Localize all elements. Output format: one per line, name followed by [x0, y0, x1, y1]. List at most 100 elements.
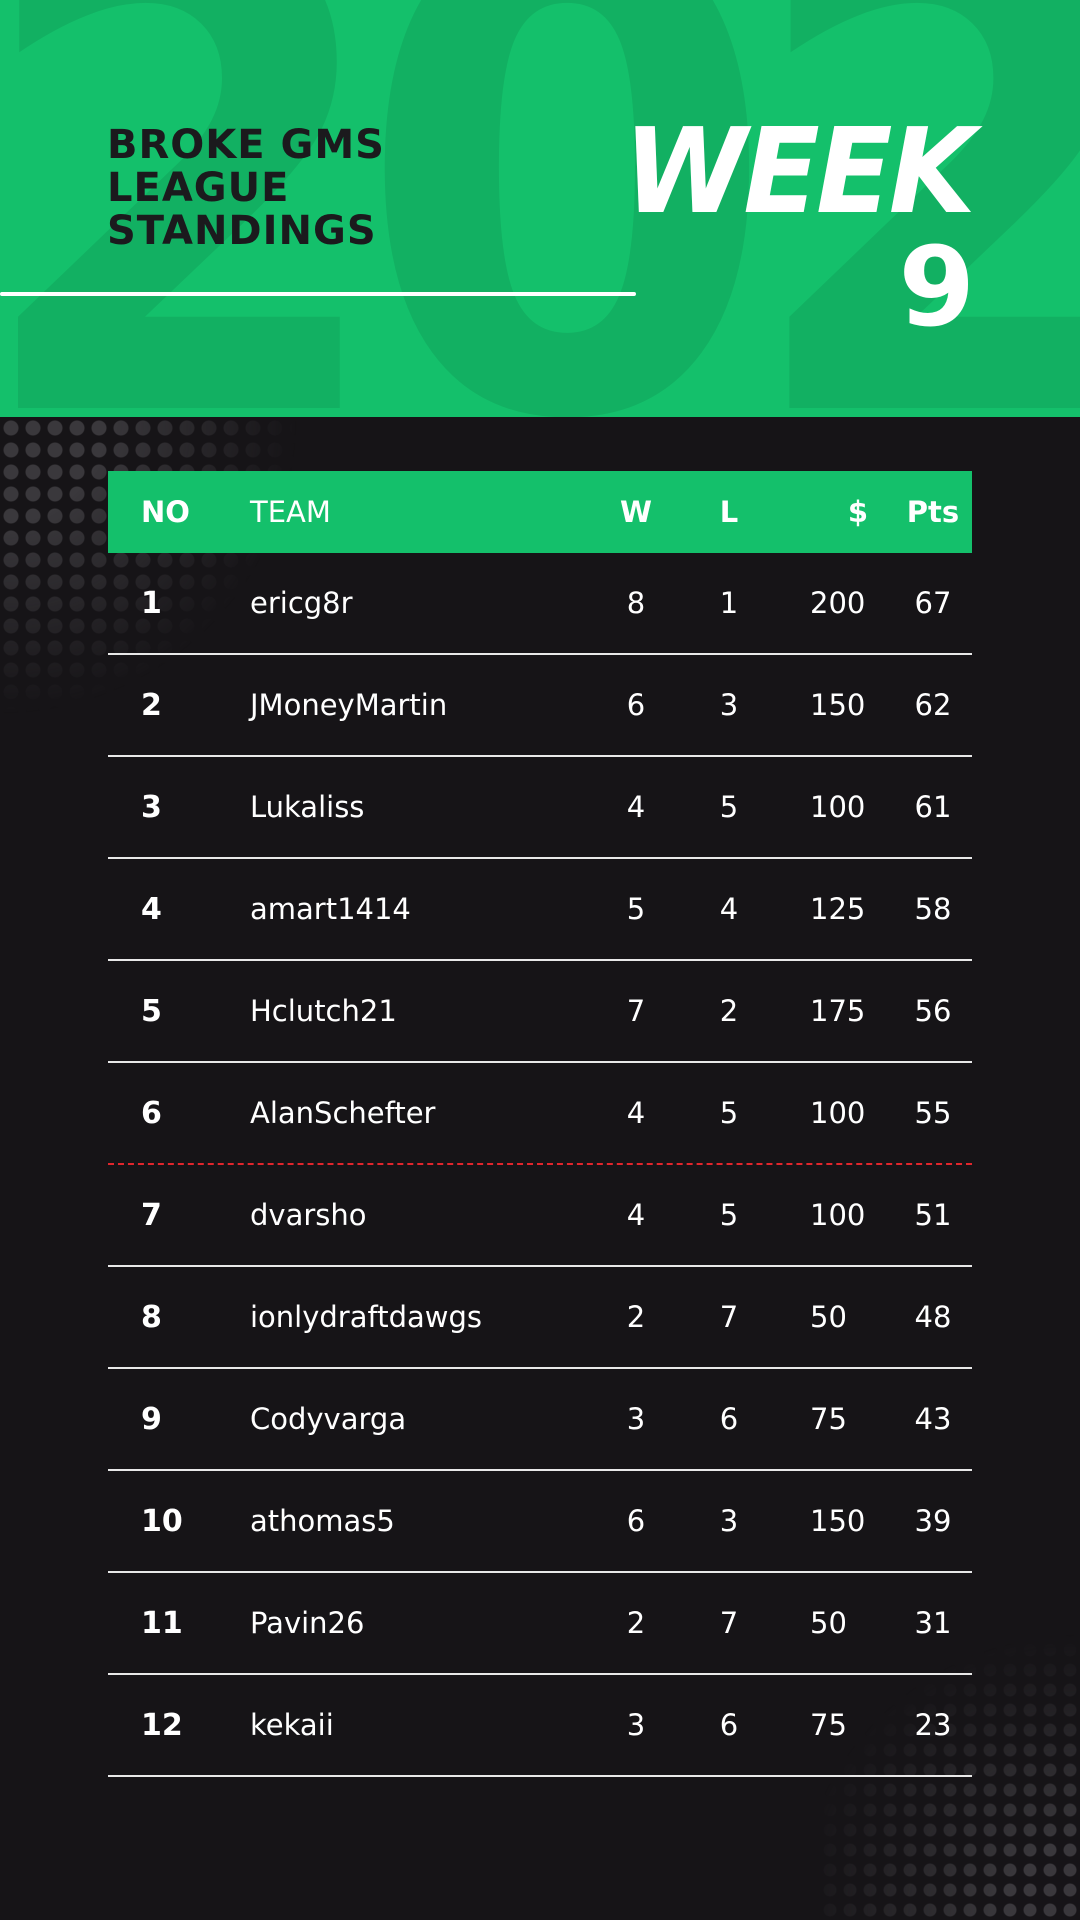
wins-cell: 4 — [626, 1198, 646, 1232]
points-cell: 48 — [914, 1300, 952, 1334]
losses-cell: 4 — [719, 892, 739, 926]
column-header-points: Pts — [906, 495, 960, 529]
wins-cell: 2 — [626, 1606, 646, 1640]
table-row: 2 JMoneyMartin 6 3 150 62 — [108, 655, 972, 757]
standings-table: NO TEAM W L $ Pts 1 ericg8r 8 1 200 67 2 JMoney… — [108, 471, 972, 1777]
title-line: STANDINGS — [107, 208, 377, 254]
money-cell: 125 — [810, 892, 866, 926]
wins-cell: 3 — [626, 1708, 646, 1742]
wins-cell: 4 — [626, 790, 646, 824]
table-row: 3 Lukaliss 4 5 100 61 — [108, 757, 972, 859]
rank-cell: 12 — [141, 1707, 183, 1743]
header-banner: 2024 BROKE GMS LEAGUE STANDINGS WEEK 9 — [0, 0, 1080, 417]
points-cell: 51 — [914, 1198, 952, 1232]
team-name-cell: ionlydraftdawgs — [250, 1300, 482, 1334]
losses-cell: 6 — [719, 1708, 739, 1742]
rank-cell: 5 — [141, 993, 162, 1029]
rank-cell: 11 — [141, 1605, 183, 1641]
money-cell: 175 — [810, 994, 866, 1028]
page-title: BROKE GMS LEAGUE STANDINGS — [107, 124, 385, 253]
table-row: 12 kekaii 3 6 75 23 — [108, 1675, 972, 1777]
points-cell: 39 — [914, 1504, 952, 1538]
points-cell: 61 — [914, 790, 952, 824]
points-cell: 31 — [914, 1606, 952, 1640]
money-cell: 50 — [810, 1606, 847, 1640]
money-cell: 75 — [810, 1708, 847, 1742]
wins-cell: 6 — [626, 1504, 646, 1538]
wins-cell: 6 — [626, 688, 646, 722]
money-cell: 75 — [810, 1402, 847, 1436]
table-row: 8 ionlydraftdawgs 2 7 50 48 — [108, 1267, 972, 1369]
team-name-cell: ericg8r — [250, 586, 353, 620]
points-cell: 67 — [914, 586, 952, 620]
column-header-no: NO — [141, 495, 190, 529]
team-name-cell: amart1414 — [250, 892, 411, 926]
table-row: 1 ericg8r 8 1 200 67 — [108, 553, 972, 655]
losses-cell: 1 — [719, 586, 739, 620]
team-name-cell: Pavin26 — [250, 1606, 365, 1640]
team-name-cell: Hclutch21 — [250, 994, 397, 1028]
money-cell: 100 — [810, 1198, 866, 1232]
losses-cell: 7 — [719, 1300, 739, 1334]
rank-cell: 4 — [141, 891, 162, 927]
money-cell: 100 — [810, 790, 866, 824]
losses-cell: 7 — [719, 1606, 739, 1640]
wins-cell: 7 — [626, 994, 646, 1028]
losses-cell: 5 — [719, 1096, 739, 1130]
rank-cell: 10 — [141, 1503, 183, 1539]
table-row: 11 Pavin26 2 7 50 31 — [108, 1573, 972, 1675]
points-cell: 43 — [914, 1402, 952, 1436]
losses-cell: 3 — [719, 688, 739, 722]
rank-cell: 1 — [141, 585, 162, 621]
money-cell: 150 — [810, 688, 866, 722]
points-cell: 55 — [914, 1096, 952, 1130]
table-row: 10 athomas5 6 3 150 39 — [108, 1471, 972, 1573]
wins-cell: 8 — [626, 586, 646, 620]
title-line: BROKE GMS — [107, 122, 385, 168]
losses-cell: 6 — [719, 1402, 739, 1436]
rank-cell: 8 — [141, 1299, 162, 1335]
rank-cell: 7 — [141, 1197, 162, 1233]
table-row: 5 Hclutch21 7 2 175 56 — [108, 961, 972, 1063]
money-cell: 50 — [810, 1300, 847, 1334]
team-name-cell: AlanSchefter — [250, 1096, 436, 1130]
table-header: NO TEAM W L $ Pts — [108, 471, 972, 553]
week-number: 9 — [898, 223, 975, 351]
wins-cell: 3 — [626, 1402, 646, 1436]
title-line: LEAGUE — [107, 165, 290, 211]
rank-cell: 3 — [141, 789, 162, 825]
money-cell: 150 — [810, 1504, 866, 1538]
team-name-cell: Lukaliss — [250, 790, 365, 824]
column-header-wins: W — [620, 495, 652, 529]
table-row: 4 amart1414 5 4 125 58 — [108, 859, 972, 961]
rank-cell: 9 — [141, 1401, 162, 1437]
points-cell: 56 — [914, 994, 952, 1028]
wins-cell: 5 — [626, 892, 646, 926]
rank-cell: 6 — [141, 1095, 162, 1131]
points-cell: 23 — [914, 1708, 952, 1742]
losses-cell: 2 — [719, 994, 739, 1028]
wins-cell: 4 — [626, 1096, 646, 1130]
wins-cell: 2 — [626, 1300, 646, 1334]
title-divider — [0, 292, 636, 296]
losses-cell: 5 — [719, 1198, 739, 1232]
table-row: 9 Codyvarga 3 6 75 43 — [108, 1369, 972, 1471]
team-name-cell: athomas5 — [250, 1504, 395, 1538]
losses-cell: 3 — [719, 1504, 739, 1538]
points-cell: 58 — [914, 892, 952, 926]
money-cell: 200 — [810, 586, 866, 620]
column-header-losses: L — [719, 495, 739, 529]
points-cell: 62 — [914, 688, 952, 722]
team-name-cell: dvarsho — [250, 1198, 367, 1232]
table-row: 6 AlanSchefter 4 5 100 55 — [108, 1063, 972, 1165]
column-header-money: $ — [847, 495, 869, 529]
team-name-cell: kekaii — [250, 1708, 334, 1742]
rank-cell: 2 — [141, 687, 162, 723]
column-header-team: TEAM — [250, 495, 331, 529]
money-cell: 100 — [810, 1096, 866, 1130]
table-body: 1 ericg8r 8 1 200 67 2 JMoneyMartin 6 3 150 62 3 Luka… — [108, 553, 972, 1777]
losses-cell: 5 — [719, 790, 739, 824]
team-name-cell: JMoneyMartin — [250, 688, 448, 722]
table-row: 7 dvarsho 4 5 100 51 — [108, 1165, 972, 1267]
team-name-cell: Codyvarga — [250, 1402, 407, 1436]
